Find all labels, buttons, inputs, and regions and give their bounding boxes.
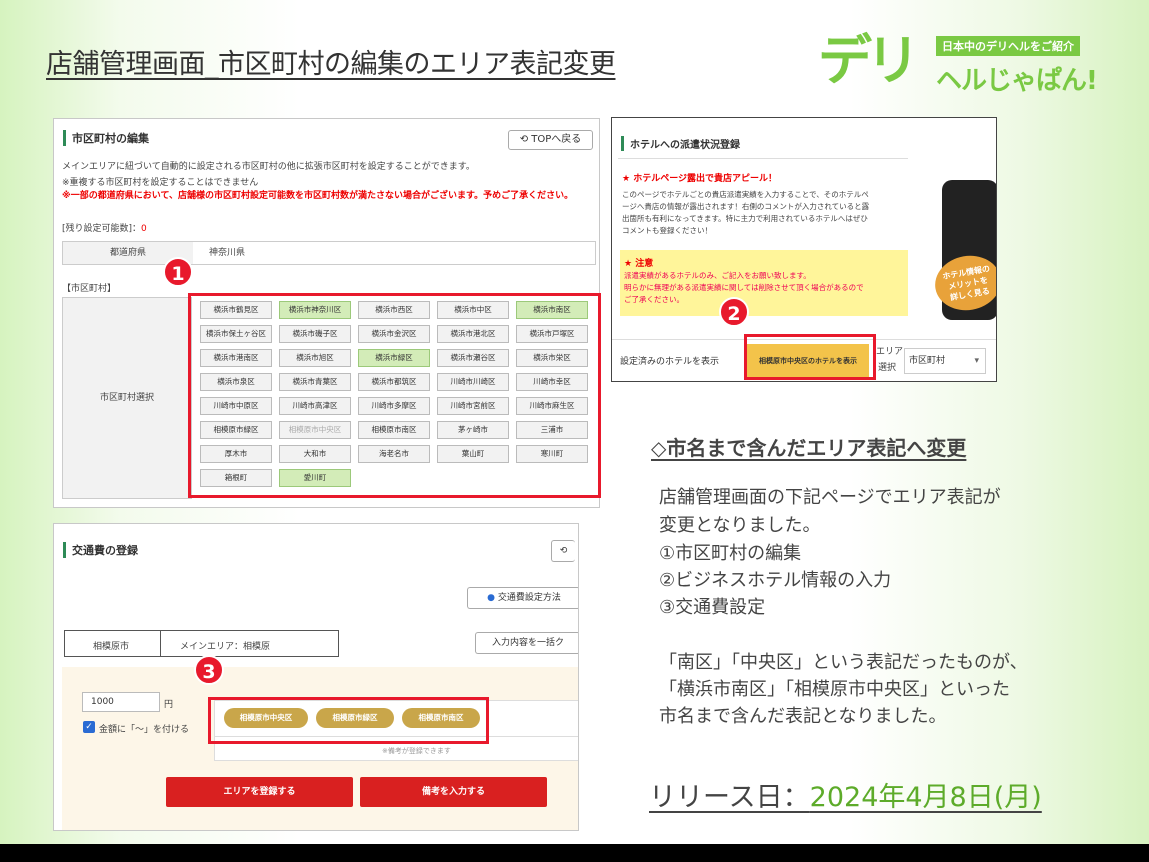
appeal-line: このページでホテルごとの貴店派遣実績を入力することで、そのホテルペ: [622, 190, 869, 199]
city-select-label: 市区町村選択: [62, 297, 192, 499]
main-area-row: 相模原市 メインエリア：相模原: [64, 630, 339, 657]
release-label: リリース日：: [649, 782, 810, 813]
yen-unit: 円: [164, 700, 174, 710]
body-line: ③交通費設定: [659, 597, 766, 618]
highlight-box-1: [188, 293, 601, 498]
remaining-value: 0: [141, 224, 147, 234]
transport-fee-panel: 交通費の登録 ⟲ ● 交通費設定方法 相模原市 メインエリア：相模原 入力内容を…: [53, 523, 579, 831]
area-label-2: 選択: [878, 363, 897, 373]
register-area-button[interactable]: エリアを登録する: [166, 777, 353, 807]
fee-input[interactable]: 1000: [82, 692, 160, 712]
remaining-count: [残り設定可能数]：0: [62, 221, 147, 234]
fee-method-button[interactable]: ● 交通費設定方法: [467, 587, 578, 609]
body-line: ①市区町村の編集: [659, 543, 802, 564]
enter-note-button[interactable]: 備考を入力する: [360, 777, 547, 807]
area-label: エリア: [876, 347, 904, 357]
show-set-hotels-option[interactable]: 設定済みのホテルを表示: [620, 354, 719, 367]
caution-line: ご了承ください。: [624, 295, 684, 304]
body-line: 市名まで含んだ表記となりました。: [659, 706, 947, 727]
area-select-value: 市区町村: [909, 356, 946, 366]
body-line: 「南区」「中央区」という表記だったものが、: [659, 652, 1028, 673]
site-logo: デリ 日本中のデリヘルをご紹介 ヘルじゃぱん!: [818, 28, 1118, 100]
highlight-box-2: [744, 334, 876, 380]
area-select[interactable]: 市区町村 ▾: [904, 348, 986, 374]
appeal-notice: ★ ホテルページ露出で貴店アピール！ このページでホテルごとの貴店派遣実績を入力…: [618, 158, 908, 250]
city-section-label: 【市区町村】: [62, 284, 117, 294]
info-icon: ●: [487, 593, 495, 603]
highlight-box-3: [208, 697, 489, 744]
caution-line: 派遣実績があるホテルのみ、ご記入をお願い致します。: [624, 271, 811, 280]
release-date-value: 2024年4月8日(月): [809, 782, 1042, 813]
tilde-checkbox[interactable]: ✓: [83, 721, 95, 733]
fee-method-label: 交通費設定方法: [497, 593, 561, 603]
body-line: ②ビジネスホテル情報の入力: [659, 570, 892, 591]
marker-2: 2: [719, 297, 749, 327]
appeal-line: 出箇所も有利になってきます。特に主力で利用されているホテルへはぜひ: [622, 214, 868, 223]
appeal-line: ージへ貴店の情報が露出されます！右側のコメントが入力されていると露: [622, 202, 870, 211]
appeal-line: コメントも登録ください！: [622, 226, 712, 235]
marker-1: 1: [163, 257, 193, 287]
prefecture-row: 都道府県 神奈川県: [62, 241, 596, 265]
panel-heading: ホテルへの派遣状況登録: [621, 136, 740, 151]
marker-3: 3: [194, 655, 224, 685]
panel-heading: 交通費の登録: [63, 542, 138, 558]
bottom-bar: [0, 844, 1149, 862]
bulk-clear-button[interactable]: 入力内容を一括ク: [475, 632, 578, 654]
note-hint: ※備考が登録できます: [382, 747, 451, 755]
section-heading: ◇市名まで含んだエリア表記へ変更: [651, 436, 967, 460]
release-date: リリース日：2024年4月8日(月): [649, 775, 1042, 814]
top-back-button[interactable]: ⟲ TOPへ戻る: [508, 130, 593, 150]
main-city: 相模原市: [93, 642, 130, 652]
body-line: 店舗管理画面の下記ページでエリア表記が: [659, 487, 1001, 508]
note: ※重複する市区町村を設定することはできません: [62, 178, 259, 188]
top-back-label: TOPへ戻る: [531, 134, 582, 145]
panel-heading: 市区町村の編集: [63, 130, 149, 146]
divider: [160, 631, 161, 656]
checkbox-label: 金額に「～」を付ける: [99, 725, 190, 735]
caution-notice: ★ 注意 派遣実績があるホテルのみ、ご記入をお願い致します。 明らかに無理がある…: [620, 250, 908, 316]
remaining-label: [残り設定可能数]：: [62, 224, 142, 234]
warning: ※一部の都道府県において、店舗様の市区町村設定可能数を市区町村数が満たさない場合…: [62, 191, 574, 201]
appeal-title: ★ ホテルページ露出で貴店アピール！: [622, 174, 778, 184]
caution-line: 明らかに無理がある派遣実績に関しては削除させて頂く場合があるので: [624, 283, 864, 292]
caution-title: ★ 注意: [624, 259, 654, 269]
logo-name: ヘルじゃぱん!: [936, 66, 1098, 96]
main-area: メインエリア：相模原: [180, 642, 271, 652]
description: メインエリアに紐づいて自動的に設定される市区町村の他に拡張市区町村を設定すること…: [62, 162, 475, 172]
body-line: 変更となりました。: [659, 515, 821, 536]
logo-tagline: 日本中のデリヘルをご紹介: [936, 36, 1080, 56]
back-icon[interactable]: ⟲: [551, 540, 575, 562]
body-line: 「横浜市南区」「相模原市中央区」といった: [659, 679, 1010, 700]
page-title: 店舗管理画面_市区町村の編集のエリア表記変更: [46, 49, 616, 80]
chevron-down-icon: ▾: [974, 356, 979, 366]
logo-mark: デリ: [818, 29, 920, 92]
prefecture-value: 神奈川県: [209, 248, 246, 258]
